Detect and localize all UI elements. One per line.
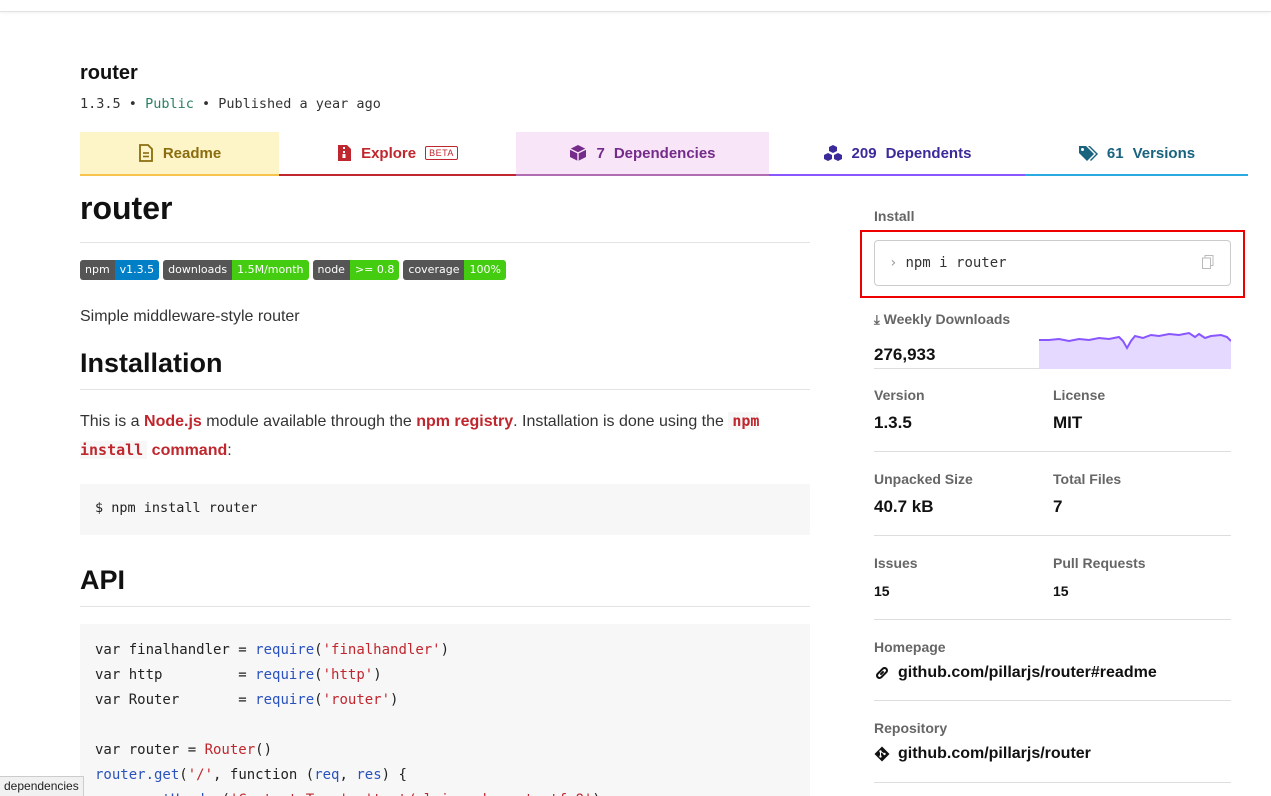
repository-link[interactable]: github.com/pillarjs/router: [874, 745, 1091, 763]
pull-requests-value: 15: [1053, 583, 1069, 599]
link-status-tooltip: dependencies: [0, 776, 84, 796]
install-command-text: npm i router: [905, 255, 1007, 271]
npm-version-badge[interactable]: npm v1.3.5: [80, 260, 160, 280]
weekly-downloads: ⤓ Weekly Downloads 276,933: [874, 311, 1231, 369]
tab-readme[interactable]: Readme: [80, 132, 279, 176]
install-command-box[interactable]: › npm i router: [874, 240, 1231, 286]
cubes-icon: [823, 145, 842, 161]
package-description: Simple middleware-style router: [80, 308, 300, 325]
unpacked-size-stat: Unpacked Size 40.7 kB: [874, 471, 1044, 517]
coverage-badge[interactable]: coverage 100%: [403, 260, 506, 280]
link-icon: [876, 667, 888, 679]
badge-row: npm v1.3.5 downloads 1.5M/month node >= 0.8…: [80, 260, 810, 280]
divider: [874, 700, 1231, 701]
downloads-badge[interactable]: downloads 1.5M/month: [163, 260, 309, 280]
cube-icon: [570, 145, 587, 161]
zip-file-icon: [338, 145, 352, 161]
api-code-block: var finalhandler = require('finalhandler…: [80, 624, 810, 796]
license-value: MIT: [1053, 413, 1083, 432]
tab-versions[interactable]: 61 Versions: [1025, 132, 1248, 176]
sidebar: Install: [874, 208, 1231, 224]
package-version: 1.3.5: [80, 96, 121, 112]
issues-stat[interactable]: Issues 15: [874, 555, 1044, 599]
homepage-section: Homepage: [874, 639, 946, 655]
install-label: Install: [874, 208, 915, 224]
repository-section: Repository: [874, 720, 948, 736]
nodejs-link[interactable]: Node.js: [144, 413, 202, 430]
npm-registry-link[interactable]: npm registry: [416, 413, 513, 430]
downloads-sparkline: [1039, 331, 1231, 369]
pull-requests-stat[interactable]: Pull Requests 15: [1053, 555, 1223, 599]
divider: [874, 619, 1231, 620]
installation-heading: Installation: [80, 348, 810, 390]
divider: [874, 782, 1231, 783]
version-stat: Version 1.3.5: [874, 387, 1044, 433]
install-code-block: $ npm install router: [80, 484, 810, 535]
api-heading: API: [80, 565, 810, 607]
readme-content: router npm v1.3.5 downloads 1.5M/month nod…: [80, 190, 810, 796]
total-files-stat: Total Files 7: [1053, 471, 1223, 517]
installation-paragraph: This is a Node.js module available throu…: [80, 412, 760, 459]
node-version-badge[interactable]: node >= 0.8: [312, 260, 400, 280]
divider: [874, 535, 1231, 536]
issues-value: 15: [874, 583, 890, 599]
total-files-value: 7: [1053, 497, 1063, 516]
package-name: router: [80, 62, 138, 84]
weekly-downloads-label: ⤓ Weekly Downloads: [874, 311, 1011, 327]
tags-icon: [1078, 146, 1098, 161]
chevron-right-icon: ›: [889, 255, 898, 271]
homepage-link[interactable]: github.com/pillarjs/router#readme: [874, 664, 1157, 682]
package-visibility: Public: [145, 96, 194, 112]
divider: [874, 451, 1231, 452]
weekly-downloads-value: 276,933: [874, 345, 936, 364]
git-icon: [874, 746, 890, 762]
document-icon: [138, 144, 153, 162]
package-tabs: Readme Explore BETA 7 Dependencies 209 D…: [80, 132, 1248, 176]
package-meta: 1.3.5 • Public • Published a year ago: [80, 96, 381, 112]
unpacked-size-value: 40.7 kB: [874, 497, 934, 516]
version-value: 1.3.5: [874, 413, 912, 432]
package-published: Published a year ago: [218, 96, 381, 112]
tab-explore[interactable]: Explore BETA: [279, 132, 516, 176]
tab-dependencies[interactable]: 7 Dependencies: [516, 132, 769, 176]
copy-icon[interactable]: [1202, 255, 1214, 269]
readme-title: router: [80, 190, 810, 243]
license-stat: License MIT: [1053, 387, 1223, 433]
tab-dependents[interactable]: 209 Dependents: [769, 132, 1025, 176]
beta-badge: BETA: [425, 146, 458, 160]
download-icon: ⤓: [874, 312, 880, 327]
browser-top-bar: [0, 0, 1271, 12]
